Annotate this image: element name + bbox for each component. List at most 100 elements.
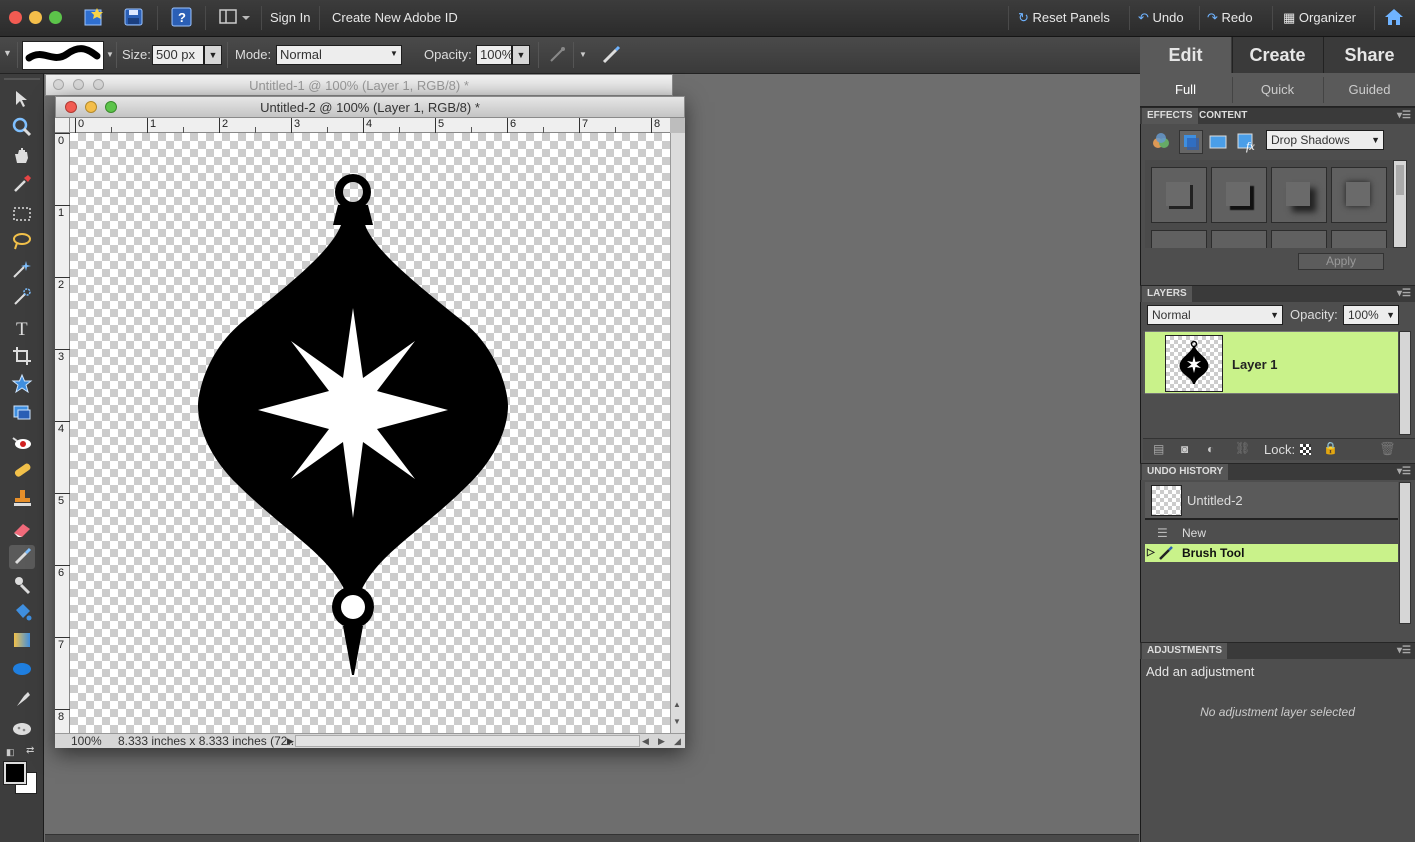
new-file-icon[interactable] [82,6,106,28]
history-item-new[interactable]: ☰ New [1145,524,1398,542]
layer-opacity-input[interactable]: 100% ▼ [1343,305,1399,325]
tab-edit[interactable]: Edit [1140,37,1231,73]
default-colors-icon[interactable]: ◧ [6,747,15,758]
save-icon[interactable] [122,6,146,28]
drop-shadow-thumbnail[interactable] [1331,167,1387,223]
maximize-doc-button[interactable] [93,79,104,90]
foreground-color-swatch[interactable] [3,761,27,785]
scroll-right-arrow-icon[interactable]: ▶ [658,734,665,748]
sign-in-link[interactable]: Sign In [270,6,310,30]
layer-name[interactable]: Layer 1 [1232,357,1278,372]
zoom-level[interactable]: 100% [71,734,102,748]
quick-selection-tool-icon[interactable] [9,286,35,310]
status-menu-arrow-icon[interactable]: ▶ [287,734,294,748]
tab-guided[interactable]: Guided [1323,77,1415,103]
clone-stamp-tool-icon[interactable] [9,487,35,511]
vertical-scrollbar[interactable]: ▲ ▼ [670,133,685,733]
blend-mode-select[interactable]: Normal ▼ [1147,305,1283,325]
move-tool-icon[interactable] [9,88,35,112]
trash-icon[interactable]: 🗑 [1379,441,1396,457]
tab-effects[interactable]: EFFECTS [1142,108,1198,124]
adjustment-layer-icon[interactable]: ◐ [1207,442,1214,456]
tab-full[interactable]: Full [1140,77,1231,103]
scroll-thumb[interactable] [1396,165,1404,195]
create-adobe-id-link[interactable]: Create New Adobe ID [332,6,458,30]
resize-grip-icon[interactable]: ◢ [674,734,681,748]
scroll-down-arrow-icon[interactable]: ▼ [673,717,681,726]
drop-shadow-thumbnail[interactable] [1271,167,1327,223]
link-layers-icon[interactable]: ⛓ [1235,441,1250,455]
healing-brush-tool-icon[interactable] [9,459,35,483]
effects-panel-menu-icon[interactable]: ▾☰ [1397,108,1411,124]
size-input[interactable]: 500 px [152,45,204,65]
history-snapshot[interactable]: Untitled-2 [1145,482,1398,520]
airbrush-icon[interactable] [548,45,568,65]
minimize-window-button[interactable] [29,11,42,24]
layers-scrollbar[interactable] [1399,331,1411,435]
close-doc-button[interactable] [65,101,77,113]
layer-row-layer-1[interactable]: Layer 1 [1145,331,1398,394]
filters-icon[interactable] [1151,132,1171,152]
reset-panels-button[interactable]: ↻ Reset Panels [1018,6,1110,30]
drop-shadow-thumbnail[interactable] [1331,230,1387,248]
shape-tool-icon[interactable] [9,657,35,681]
undo-button[interactable]: ↶ Undo [1138,6,1184,30]
zoom-window-button[interactable] [49,11,62,24]
adjustments-panel-menu-icon[interactable]: ▾☰ [1397,643,1411,659]
swap-colors-icon[interactable]: ⇄ [26,745,34,756]
opacity-slider-button[interactable]: ▼ [512,45,530,65]
lasso-tool-icon[interactable] [9,230,35,254]
add-mask-icon[interactable]: ◙ [1181,442,1188,456]
opacity-input[interactable]: 100% [476,45,513,65]
help-icon[interactable]: ? [170,6,194,28]
brush-picker-arrow-icon[interactable]: ▼ [106,50,114,59]
type-tool-icon[interactable]: T [9,317,35,341]
layer-styles-icon[interactable] [1179,130,1203,154]
horizontal-ruler[interactable]: 0 1 2 3 4 5 6 7 8 [70,118,670,133]
effects-scrollbar[interactable] [1393,160,1407,248]
eyedropper-tool-icon[interactable] [9,172,35,196]
brush-settings-arrow-icon[interactable]: ▼ [579,50,587,59]
scroll-left-arrow-icon[interactable]: ◀ [642,734,649,748]
lock-transparency-icon[interactable] [1300,444,1311,455]
straighten-tool-icon[interactable] [9,401,35,425]
drop-shadow-thumbnail[interactable] [1211,167,1267,223]
history-panel-menu-icon[interactable]: ▾☰ [1397,464,1411,480]
brush-preset-picker[interactable] [22,41,104,70]
brush-tool-icon[interactable] [9,545,35,569]
tab-quick[interactable]: Quick [1232,77,1322,103]
maximize-doc-button[interactable] [105,101,117,113]
document-title-bar[interactable]: Untitled-1 @ 100% (Layer 1, RGB/8) * [45,74,673,96]
document-window-untitled-1[interactable]: Untitled-1 @ 100% (Layer 1, RGB/8) * [45,74,673,96]
document-title-bar[interactable]: Untitled-2 @ 100% (Layer 1, RGB/8) * [55,96,685,118]
vertical-ruler[interactable]: 0 1 2 3 4 5 6 7 8 [55,133,70,733]
drop-shadow-thumbnail[interactable] [1151,230,1207,248]
close-doc-button[interactable] [53,79,64,90]
photo-effects-icon[interactable] [1208,132,1228,152]
minimize-doc-button[interactable] [73,79,84,90]
drop-shadow-thumbnail[interactable] [1151,167,1207,223]
redo-button[interactable]: ↷ Redo [1207,6,1253,30]
tool-preset-dropdown-icon[interactable]: ▼ [3,48,12,58]
all-effects-icon[interactable]: fx [1236,131,1258,153]
scroll-up-arrow-icon[interactable]: ▲ [673,700,681,709]
history-scrollbar[interactable] [1399,482,1411,624]
mode-select[interactable]: Normal [276,45,402,65]
drop-shadow-thumbnail[interactable] [1211,230,1267,248]
size-slider-button[interactable]: ▼ [204,45,222,65]
history-item-brush-tool[interactable]: ▷ Brush Tool [1145,544,1398,562]
eraser-tool-icon[interactable] [9,518,35,542]
gradient-tool-icon[interactable] [9,629,35,653]
tab-share[interactable]: Share [1323,37,1415,73]
home-icon[interactable] [1382,6,1406,28]
arrange-documents-icon[interactable] [218,6,254,28]
tab-content[interactable]: CONTENT [1194,108,1252,124]
close-window-button[interactable] [9,11,22,24]
red-eye-tool-icon[interactable] [9,432,35,456]
tab-create[interactable]: Create [1232,37,1322,73]
lock-all-icon[interactable]: 🔒 [1323,441,1338,455]
magic-wand-tool-icon[interactable] [9,258,35,282]
paint-bucket-tool-icon[interactable] [9,601,35,625]
ruler-origin[interactable] [55,118,70,133]
sponge-tool-icon[interactable] [9,716,35,740]
